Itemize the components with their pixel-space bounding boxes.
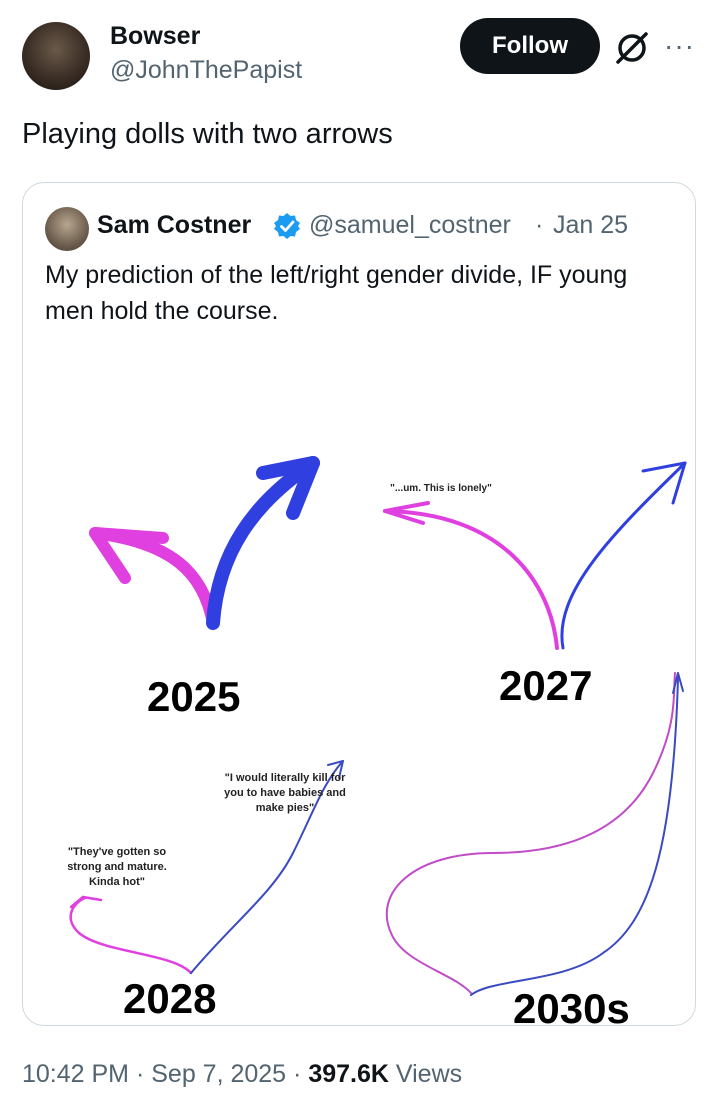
quoted-tweet[interactable]: Sam Costner @samuel_costner · Jan 25 My … (22, 182, 696, 1026)
quoted-author-avatar[interactable] (45, 207, 89, 251)
quoted-date[interactable]: Jan 25 (553, 211, 628, 240)
quoted-separator: · (535, 211, 544, 239)
note-2027: "...um. This is lonely" (390, 483, 492, 494)
author-avatar[interactable] (22, 22, 90, 90)
tweet-meta: 10:42 PM · Sep 7, 2025 · 397.6K Views (22, 1060, 462, 1089)
quoted-text: My prediction of the left/right gender d… (45, 261, 628, 325)
meta-separator-1: · (135, 1060, 145, 1088)
meta-separator-2: · (293, 1060, 302, 1088)
panel-2025-arrows (89, 456, 320, 630)
note-2028-right-line1: "I would literally kill for (225, 772, 346, 784)
year-label-2027: 2027 (499, 662, 592, 709)
views-label: Views (395, 1060, 463, 1088)
note-2028-right-line3: make pies" (256, 802, 314, 814)
grok-icon[interactable] (612, 28, 652, 68)
note-2028-right-line2: you to have babies and (224, 787, 346, 799)
year-label-2030s: 2030s (513, 985, 630, 1026)
quoted-author-name[interactable]: Sam Costner (97, 211, 251, 240)
more-options-icon[interactable]: ··· (664, 30, 695, 62)
note-2028-left-line3: Kinda hot" (89, 876, 145, 888)
tweet-time[interactable]: 10:42 PM (22, 1060, 129, 1088)
note-2028-left: "They've gotten so strong and mature. Ki… (67, 846, 167, 888)
quoted-image[interactable]: 2025 "...um. This is lonely" 2027 "They'… (23, 333, 696, 1026)
tweet-date[interactable]: Sep 7, 2025 (151, 1060, 286, 1088)
quoted-author-handle[interactable]: @samuel_costner (309, 211, 511, 240)
author-display-name[interactable]: Bowser (110, 22, 200, 51)
year-label-2028: 2028 (123, 975, 216, 1022)
note-2028-left-line1: "They've gotten so (68, 846, 167, 858)
views-count: 397.6K (308, 1060, 389, 1088)
panel-2030s-arrows (385, 672, 684, 996)
author-handle[interactable]: @JohnThePapist (110, 56, 302, 85)
tweet-text: Playing dolls with two arrows (22, 118, 393, 150)
note-2028-left-line2: strong and mature. (67, 861, 167, 873)
note-2028-right: "I would literally kill for you to have … (224, 772, 346, 814)
verified-badge-icon (274, 213, 300, 239)
follow-button[interactable]: Follow (460, 18, 600, 74)
year-label-2025: 2025 (147, 673, 240, 720)
